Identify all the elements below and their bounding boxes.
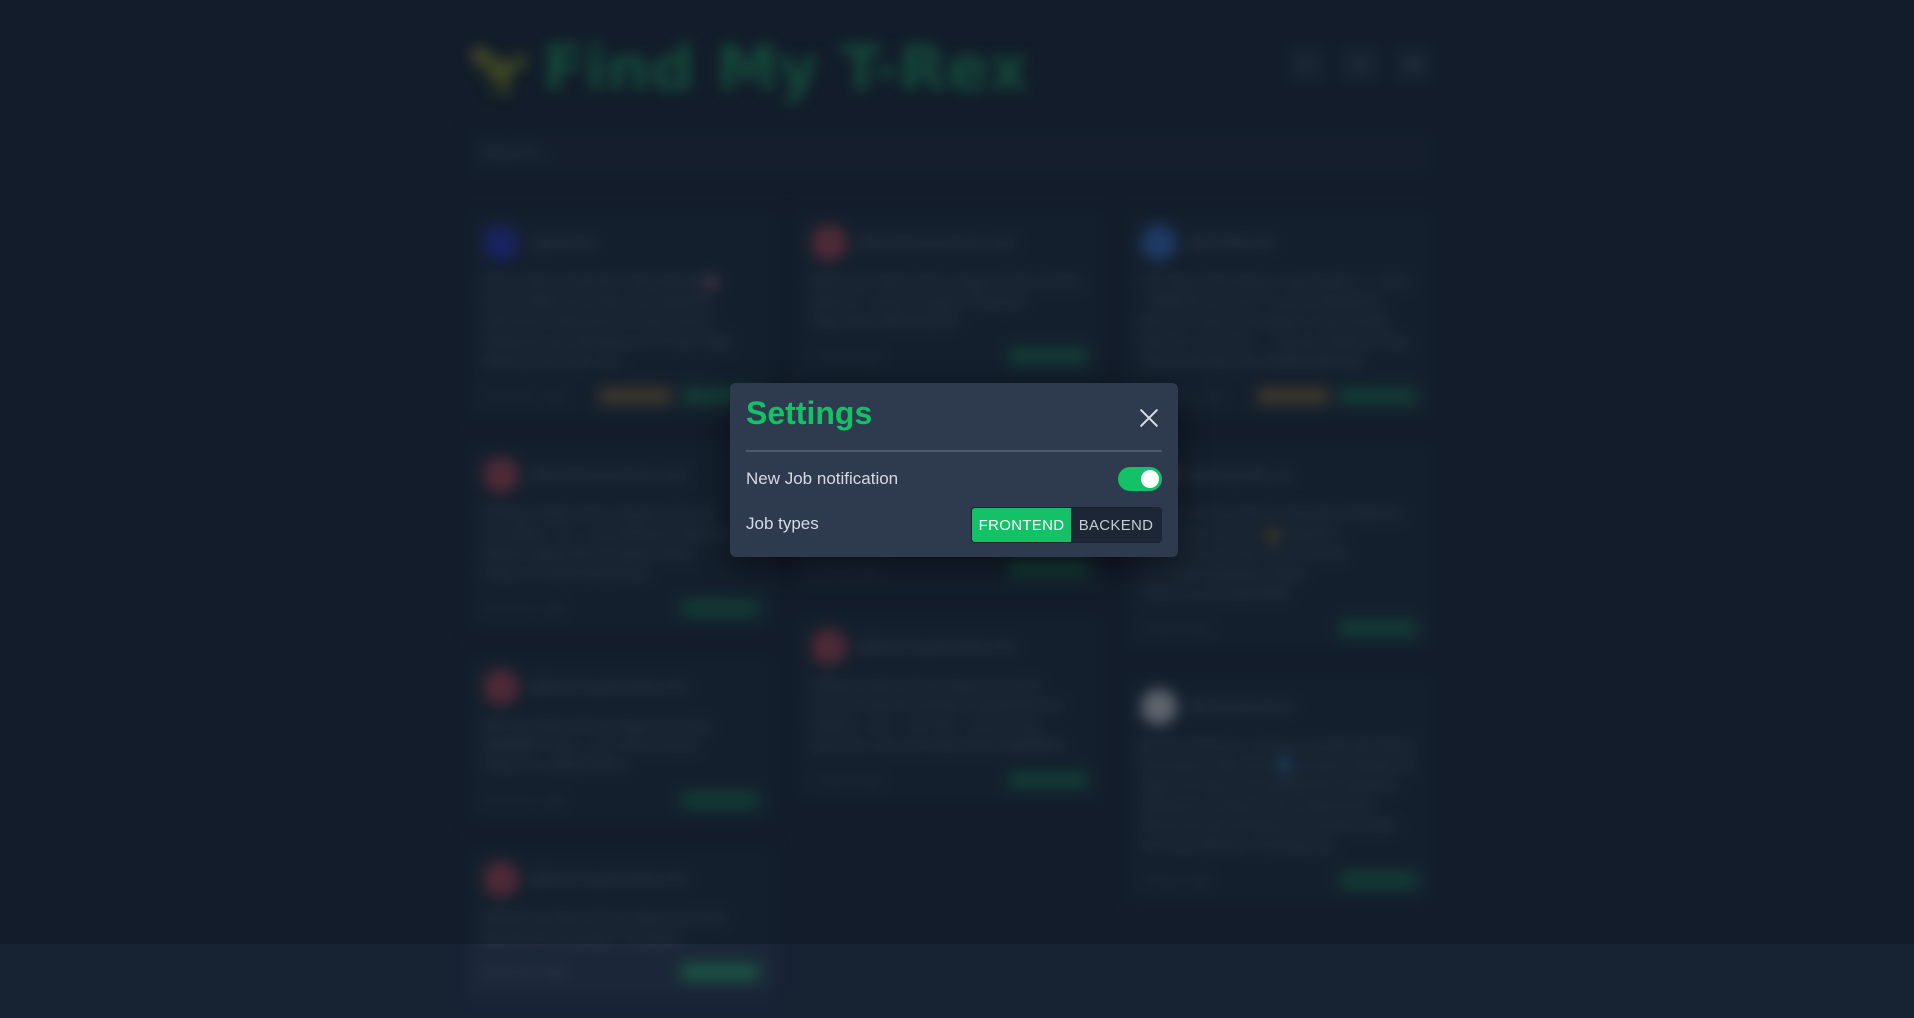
close-icon[interactable] (1136, 405, 1162, 431)
card-tags (681, 963, 759, 981)
modal-divider (746, 450, 1162, 452)
modal-title: Settings (746, 395, 873, 431)
card-time: 8:15 a.m. ago (483, 965, 567, 979)
notification-label: New Job notification (746, 469, 899, 488)
job-types-label: Job types (746, 514, 819, 533)
job-tag[interactable] (681, 963, 759, 981)
card-footer: 8:15 a.m. ago (483, 963, 759, 981)
backend-button[interactable]: BACKEND (1071, 508, 1161, 542)
job-types-selector: FRONTEND BACKEND (971, 507, 1162, 543)
toggle-knob (1141, 470, 1159, 488)
settings-modal: Settings New Job notification Job types … (730, 383, 1178, 557)
frontend-button[interactable]: FRONTEND (972, 508, 1071, 542)
notification-toggle[interactable] (1118, 467, 1162, 491)
